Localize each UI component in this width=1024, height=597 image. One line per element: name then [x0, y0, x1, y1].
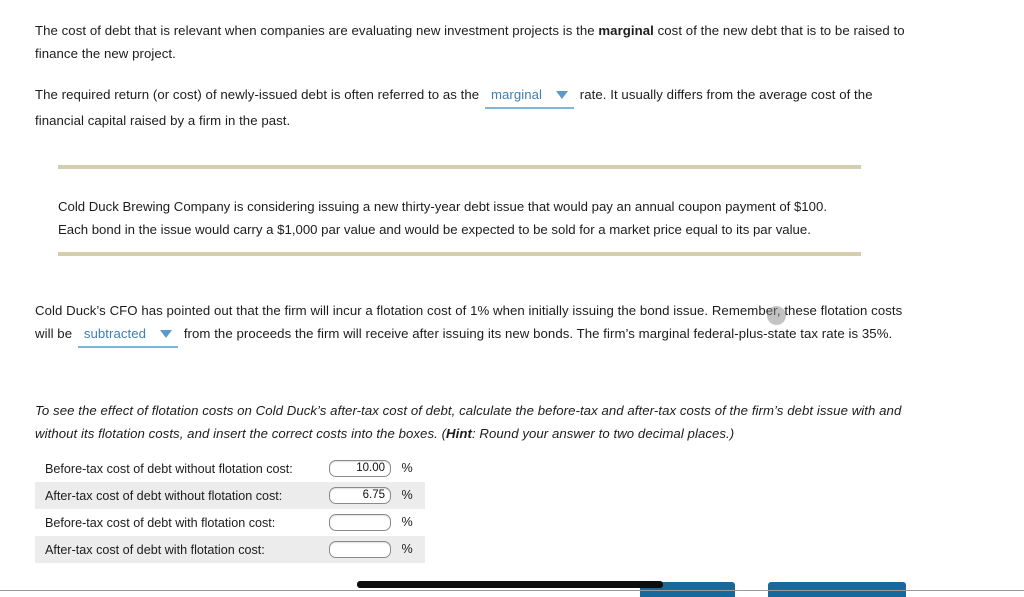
callout-box: Cold Duck Brewing Company is considering…: [58, 165, 861, 256]
dropdown-subtracted-label: subtracted: [83, 326, 147, 341]
table-row: Before-tax cost of debt without flotatio…: [35, 455, 425, 482]
dropdown-marginal[interactable]: marginal: [484, 83, 575, 109]
flotation-text-after: from the proceeds the firm will receive …: [183, 326, 893, 341]
required-return-paragraph: The required return (or cost) of newly-i…: [35, 83, 915, 132]
callout-text: Cold Duck Brewing Company is considering…: [58, 195, 858, 241]
required-return-text-before: The required return (or cost) of newly-i…: [35, 87, 480, 102]
percent-sign: %: [401, 515, 413, 530]
answer-row-input-cell: %: [325, 536, 425, 563]
table-row: Before-tax cost of debt with flotation c…: [35, 509, 425, 536]
intro-paragraph: The cost of debt that is relevant when c…: [35, 19, 915, 65]
answer-row-label: Before-tax cost of debt without flotatio…: [45, 461, 293, 476]
answer-table: Before-tax cost of debt without flotatio…: [35, 455, 425, 563]
instruction-paragraph: To see the effect of flotation costs on …: [35, 399, 925, 445]
exercise-page: The cost of debt that is relevant when c…: [0, 0, 1024, 597]
instruction-text-part-2: : Round your answer to two decimal place…: [471, 426, 735, 441]
percent-sign: %: [401, 488, 413, 503]
hint-label: Hint: [446, 426, 472, 441]
answer-row-input-cell: %: [325, 509, 425, 536]
dropdown-marginal-label: marginal: [490, 87, 543, 102]
progress-bar: [357, 581, 663, 588]
answer-table-body: Before-tax cost of debt without flotatio…: [35, 455, 425, 563]
callout-line-2: Each bond in the issue would carry a $1,…: [58, 222, 811, 237]
bottom-divider: [0, 590, 1024, 591]
before-tax-without-flotation-input[interactable]: [329, 459, 391, 477]
answer-row-label: After-tax cost of debt without flotation…: [45, 488, 283, 503]
chevron-down-icon: [556, 91, 569, 100]
table-row: After-tax cost of debt without flotation…: [35, 482, 425, 509]
percent-sign: %: [401, 542, 413, 557]
after-tax-with-flotation-input[interactable]: [329, 540, 391, 558]
dropdown-subtracted[interactable]: subtracted: [77, 322, 179, 348]
percent-sign: %: [401, 461, 413, 476]
table-row: After-tax cost of debt with flotation co…: [35, 536, 425, 563]
after-tax-without-flotation-input[interactable]: [329, 486, 391, 504]
answer-row-input-cell: %: [325, 455, 425, 482]
callout-line-1: Cold Duck Brewing Company is considering…: [58, 199, 827, 214]
flotation-paragraph: Cold Duck’s CFO has pointed out that the…: [35, 299, 915, 348]
answer-row-label: After-tax cost of debt with flotation co…: [45, 542, 265, 557]
intro-bold-word: marginal: [598, 23, 654, 38]
answer-row-input-cell: %: [325, 482, 425, 509]
chevron-down-icon: [160, 330, 173, 339]
answer-row-label: Before-tax cost of debt with flotation c…: [45, 515, 276, 530]
before-tax-with-flotation-input[interactable]: [329, 513, 391, 531]
intro-text-before: The cost of debt that is relevant when c…: [35, 23, 599, 38]
